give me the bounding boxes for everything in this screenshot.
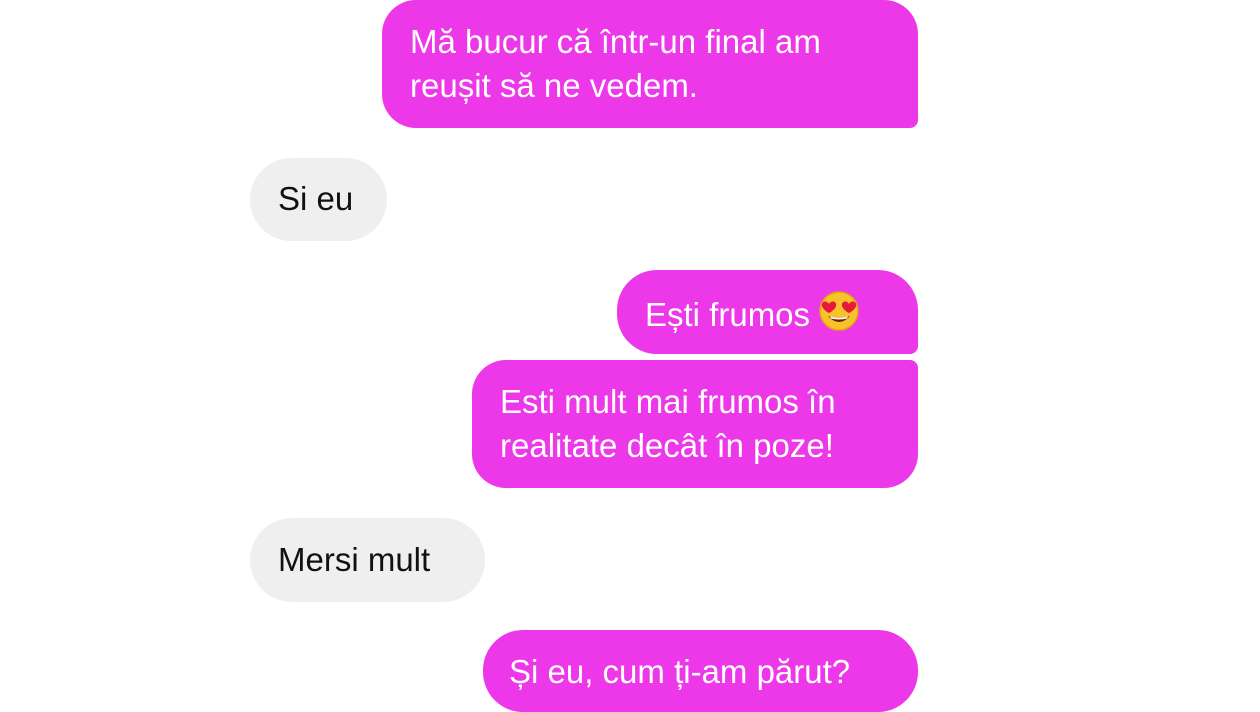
outgoing-message-bubble[interactable]: Și eu, cum ți-am părut?: [483, 630, 918, 712]
message-text-line: Mă bucur că într-un final am: [410, 23, 821, 60]
message-text: Ești frumos: [645, 296, 811, 333]
heart-eyes-emoji-icon: [818, 290, 860, 332]
message-text-line: realitate decât în poze!: [500, 427, 834, 464]
message-text-line: Ești frumos: [645, 290, 918, 337]
outgoing-message-bubble[interactable]: Esti mult mai frumos în realitate decât …: [472, 360, 918, 488]
message-text-line: Mersi mult: [278, 541, 431, 578]
incoming-message-bubble[interactable]: Si eu: [250, 158, 387, 241]
message-text-line: Și eu, cum ți-am părut?: [509, 653, 851, 690]
message-text-line: reușit să ne vedem.: [410, 67, 698, 104]
message-text-line: Esti mult mai frumos în: [500, 383, 836, 420]
outgoing-message-bubble[interactable]: Mă bucur că într-un final am reușit să n…: [382, 0, 918, 128]
outgoing-message-bubble[interactable]: Ești frumos: [617, 270, 918, 354]
incoming-message-bubble[interactable]: Mersi mult: [250, 518, 485, 602]
chat-thread: Mă bucur că într-un final am reușit să n…: [0, 0, 1260, 712]
message-text-line: Si eu: [278, 180, 354, 217]
